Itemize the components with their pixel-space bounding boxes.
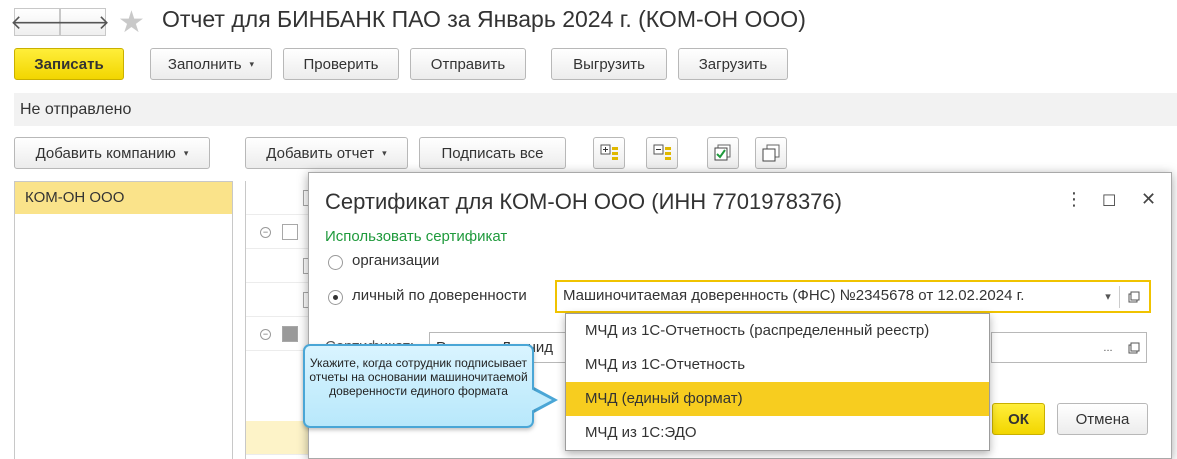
list-item[interactable]: КОМ-ОН ООО xyxy=(15,182,232,214)
chevron-down-icon: ▾ xyxy=(382,147,387,158)
send-button[interactable]: Отправить xyxy=(410,48,526,80)
radio-personal-poa[interactable] xyxy=(328,290,343,305)
sign-all-button[interactable]: Подписать все xyxy=(419,137,566,169)
expand-all-button[interactable] xyxy=(593,137,625,169)
company-list[interactable]: КОМ-ОН ООО xyxy=(14,181,233,459)
tooltip-arrow-fill xyxy=(531,389,552,411)
dialog-title: Сертификат для КОМ-ОН ООО (ИНН 770197837… xyxy=(325,189,842,214)
open-icon[interactable] xyxy=(1122,334,1146,361)
close-icon[interactable]: ✕ xyxy=(1141,189,1156,210)
check-button[interactable]: Проверить xyxy=(283,48,399,80)
back-button[interactable]: 🡐 xyxy=(10,8,64,36)
maximize-icon[interactable]: ☐ xyxy=(1102,191,1116,211)
dropdown-option[interactable]: МЧД из 1С-Отчетность (распределенный рее… xyxy=(566,314,989,348)
table-row[interactable] xyxy=(246,249,319,283)
open-icon[interactable] xyxy=(1122,283,1146,310)
forward-button[interactable]: 🡒 xyxy=(56,8,110,36)
poa-type-dropdown[interactable]: МЧД из 1С-Отчетность (распределенный рее… xyxy=(565,313,990,451)
empty-stack-icon xyxy=(762,144,780,162)
fill-button[interactable]: Заполнить ▾ xyxy=(150,48,272,80)
radio-organization[interactable] xyxy=(328,255,343,270)
radio-organization-label[interactable]: организации xyxy=(352,252,439,269)
table-row[interactable]: − xyxy=(246,215,316,249)
radio-personal-poa-label[interactable]: личный по доверенности xyxy=(352,287,527,304)
checkmark-stack-icon xyxy=(714,144,731,161)
grid-header xyxy=(246,181,319,215)
tooltip: Укажите, когда сотрудник подписывает отч… xyxy=(303,344,534,428)
fill-button-label: Заполнить xyxy=(167,55,242,73)
chevron-down-icon[interactable]: ▾ xyxy=(1096,283,1120,310)
use-certificate-label: Использовать сертификат xyxy=(325,228,508,245)
chevron-down-icon: ▾ xyxy=(183,147,189,158)
chevron-down-icon: ▾ xyxy=(249,58,255,69)
add-company-label: Добавить компанию xyxy=(35,144,176,162)
add-report-label: Добавить отчет xyxy=(266,144,375,162)
add-company-button[interactable]: Добавить компанию ▾ xyxy=(14,137,210,169)
company-name: КОМ-ОН ООО xyxy=(25,189,125,206)
ellipsis-icon[interactable]: ... xyxy=(1096,334,1120,361)
field-divider xyxy=(1119,286,1120,308)
dropdown-option[interactable]: МЧД из 1С:ЭДО xyxy=(566,416,989,450)
add-report-button[interactable]: Добавить отчет ▾ xyxy=(245,137,408,169)
poa-value: Машиночитаемая доверенность (ФНС) №23456… xyxy=(563,287,1025,304)
expand-tree-icon xyxy=(600,144,618,160)
dropdown-option[interactable]: МЧД из 1С-Отчетность xyxy=(566,348,989,382)
tooltip-text: Укажите, когда сотрудник подписывает отч… xyxy=(309,356,528,398)
arrow-right-icon: 🡒 xyxy=(56,11,110,34)
star-icon[interactable]: ★ xyxy=(118,5,145,40)
table-row[interactable] xyxy=(246,283,319,317)
poa-field[interactable]: Машиночитаемая доверенность (ФНС) №23456… xyxy=(555,280,1151,313)
status-bar: Не отправлено xyxy=(14,93,1177,126)
dropdown-option-selected[interactable]: МЧД (единый формат) xyxy=(566,382,989,416)
status-text: Не отправлено xyxy=(20,101,132,118)
ok-button[interactable]: ОК xyxy=(992,403,1045,435)
collapse-tree-icon xyxy=(653,144,671,160)
cancel-button[interactable]: Отмена xyxy=(1057,403,1148,435)
page-title: Отчет для БИНБАНК ПАО за Январь 2024 г. … xyxy=(162,6,806,32)
more-menu-icon[interactable]: ⋮ xyxy=(1065,189,1083,210)
collapse-all-button[interactable] xyxy=(646,137,678,169)
write-button[interactable]: Записать xyxy=(14,48,124,80)
export-button[interactable]: Выгрузить xyxy=(551,48,667,80)
collapse-icon[interactable]: − xyxy=(260,227,271,238)
checkbox[interactable] xyxy=(282,326,298,342)
uncheck-all-button[interactable] xyxy=(755,137,787,169)
check-all-button[interactable] xyxy=(707,137,739,169)
checkbox[interactable] xyxy=(282,224,298,240)
collapse-icon[interactable]: − xyxy=(260,329,271,340)
import-button[interactable]: Загрузить xyxy=(678,48,788,80)
